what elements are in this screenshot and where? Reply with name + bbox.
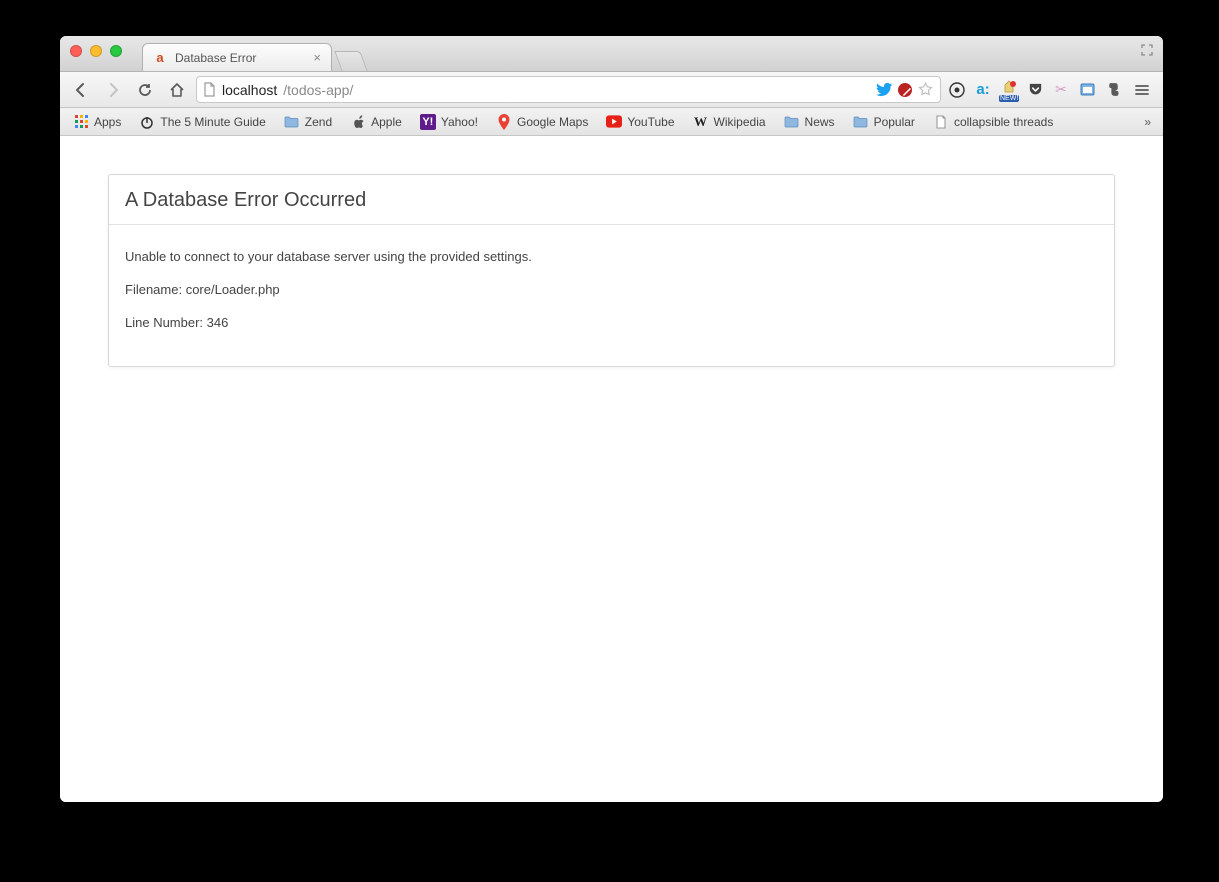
extension-scissors-icon[interactable]: ✂ xyxy=(1051,80,1071,100)
new-tab-button[interactable] xyxy=(334,51,367,71)
bookmark-label: Zend xyxy=(305,115,332,129)
page-icon xyxy=(933,114,949,130)
url-path: /todos-app/ xyxy=(283,82,353,98)
extension-evernote-icon[interactable] xyxy=(1103,80,1123,100)
error-body: Unable to connect to your database serve… xyxy=(109,225,1114,366)
bookmark-label: Yahoo! xyxy=(441,115,478,129)
error-line: Line Number: 346 xyxy=(125,315,1098,330)
extension-a-icon[interactable]: a: xyxy=(973,80,993,100)
bookmark-label: News xyxy=(805,115,835,129)
block-icon[interactable] xyxy=(897,82,913,98)
error-title: A Database Error Occurred xyxy=(125,189,1098,212)
omnibox-actions xyxy=(876,81,934,98)
bookmark-star-icon[interactable] xyxy=(917,81,934,98)
yahoo-icon: Y! xyxy=(420,114,436,130)
gmaps-icon xyxy=(496,114,512,130)
apple-icon xyxy=(350,114,366,130)
bookmark-label: Popular xyxy=(874,115,915,129)
tabstrip: a Database Error × xyxy=(142,36,364,71)
extension-eye-icon[interactable] xyxy=(947,80,967,100)
wikipedia-icon: W xyxy=(693,114,709,130)
page-viewport: A Database Error Occurred Unable to conn… xyxy=(60,136,1163,802)
window-close-button[interactable] xyxy=(70,45,82,57)
hamburger-menu-button[interactable] xyxy=(1129,77,1155,103)
youtube-icon xyxy=(606,114,622,130)
bookmark-5-minute-guide[interactable]: The 5 Minute Guide xyxy=(132,111,272,133)
bookmark-label: Wikipedia xyxy=(714,115,766,129)
browser-window: a Database Error × localhost/todos xyxy=(60,36,1163,802)
extension-frame-icon[interactable] xyxy=(1077,80,1097,100)
window-titlebar: a Database Error × xyxy=(60,36,1163,72)
bookmarks-overflow-button[interactable]: » xyxy=(1138,115,1157,129)
bookmark-news[interactable]: News xyxy=(777,111,842,133)
power-icon xyxy=(139,114,155,130)
page-icon xyxy=(203,82,216,97)
extension-pocket-icon[interactable] xyxy=(1025,80,1045,100)
window-controls xyxy=(70,45,122,57)
error-panel: A Database Error Occurred Unable to conn… xyxy=(108,174,1115,367)
forward-button[interactable] xyxy=(100,77,126,103)
home-button[interactable] xyxy=(164,77,190,103)
bookmark-collapsible-threads[interactable]: collapsible threads xyxy=(926,111,1060,133)
tab-title: Database Error xyxy=(175,51,256,65)
back-button[interactable] xyxy=(68,77,94,103)
error-header: A Database Error Occurred xyxy=(109,175,1114,225)
bookmark-wikipedia[interactable]: W Wikipedia xyxy=(686,111,773,133)
browser-tab[interactable]: a Database Error × xyxy=(142,43,332,71)
extension-icons: a: NEW! ✂ xyxy=(947,80,1123,100)
tab-favicon-icon: a xyxy=(153,51,167,65)
error-message: Unable to connect to your database serve… xyxy=(125,249,1098,264)
window-minimize-button[interactable] xyxy=(90,45,102,57)
bookmark-label: Apple xyxy=(371,115,402,129)
fullscreen-icon[interactable] xyxy=(1139,42,1155,58)
bookmark-google-maps[interactable]: Google Maps xyxy=(489,111,595,133)
bookmark-youtube[interactable]: YouTube xyxy=(599,111,681,133)
bookmark-popular[interactable]: Popular xyxy=(846,111,922,133)
reload-button[interactable] xyxy=(132,77,158,103)
address-bar[interactable]: localhost/todos-app/ xyxy=(196,76,941,103)
bookmark-label: The 5 Minute Guide xyxy=(160,115,265,129)
apps-grid-icon xyxy=(73,114,89,130)
bookmark-apple[interactable]: Apple xyxy=(343,111,409,133)
tab-close-button[interactable]: × xyxy=(313,51,321,64)
folder-icon xyxy=(784,114,800,130)
toolbar: localhost/todos-app/ a: NEW! xyxy=(60,72,1163,108)
bookmarks-bar: Apps The 5 Minute Guide Zend Apple Y! Ya… xyxy=(60,108,1163,136)
folder-icon xyxy=(284,114,300,130)
error-filename: Filename: core/Loader.php xyxy=(125,282,1098,297)
bookmark-label: YouTube xyxy=(627,115,674,129)
apps-label: Apps xyxy=(94,115,121,129)
bookmark-yahoo[interactable]: Y! Yahoo! xyxy=(413,111,485,133)
bookmark-label: collapsible threads xyxy=(954,115,1053,129)
bookmark-label: Google Maps xyxy=(517,115,588,129)
window-zoom-button[interactable] xyxy=(110,45,122,57)
apps-button[interactable]: Apps xyxy=(66,111,128,133)
bookmark-zend[interactable]: Zend xyxy=(277,111,339,133)
url-host: localhost xyxy=(222,82,277,98)
folder-icon xyxy=(853,114,869,130)
twitter-icon[interactable] xyxy=(876,81,893,98)
extension-new-icon[interactable]: NEW! xyxy=(999,80,1019,100)
